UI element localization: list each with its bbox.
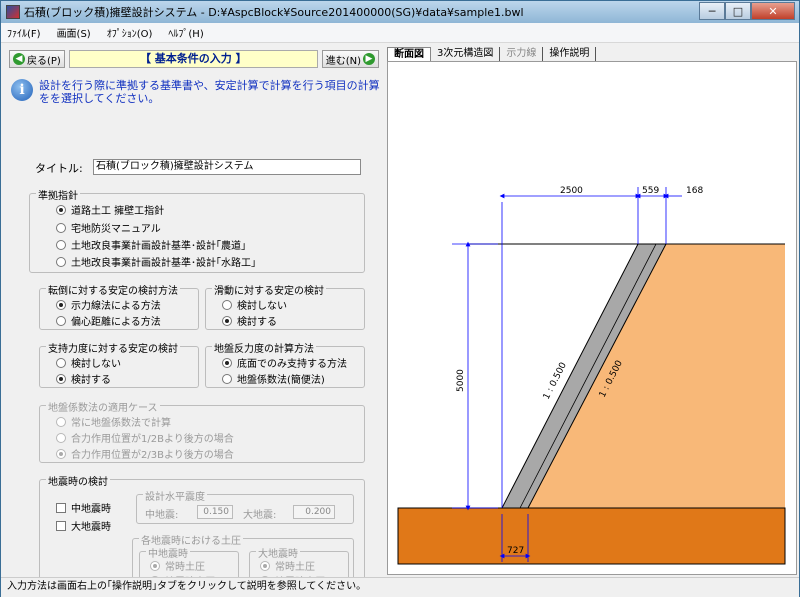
- input-panel: ◀ 戻る(P) 【 基本条件の入力 】 進む(N) ▶ i 設計を行う際に準拠する基…: [5, 45, 383, 597]
- reaction-option-base[interactable]: 底面でのみ支持する方法: [222, 355, 347, 370]
- ground-coef-group: 地盤係数法の適用ケース 常に地盤係数法で計算 合力作用位置が1/2Bより後方の場…: [39, 399, 365, 463]
- sliding-option-yes[interactable]: 検討する: [222, 313, 277, 328]
- bearing-option-no[interactable]: 検討しない: [56, 355, 121, 370]
- radio-icon: [56, 373, 66, 384]
- bearing-option-yes[interactable]: 検討する: [56, 371, 111, 386]
- arrow-right-icon: ▶: [363, 53, 375, 65]
- section-drawing: 2500 559 168 5000 727 1 : 0.500 1 : 0.50…: [387, 61, 797, 575]
- info-icon: i: [11, 79, 33, 101]
- overturn-option-eccentric[interactable]: 偏心距離による方法: [56, 313, 161, 328]
- overturn-option-force-line[interactable]: 示力線法による方法: [56, 297, 161, 312]
- dim-top-c: 168: [686, 186, 703, 196]
- pressure-large-normal[interactable]: 常時土圧: [260, 558, 315, 573]
- checkbox-icon: [56, 502, 66, 513]
- title-input[interactable]: 石積(ブロック積)擁壁設計システム: [93, 159, 361, 175]
- standard-option-channel[interactable]: 土地改良事業計画設計基準･設計｢水路工｣: [56, 254, 256, 269]
- tab-force-line[interactable]: 示力線: [500, 47, 544, 61]
- view-tabs: 断面図 3次元構造図 示力線 操作説明: [387, 45, 797, 61]
- menu-options[interactable]: ｵﾌﾟｼｮﾝ(O): [107, 25, 153, 40]
- large-coef-input[interactable]: 0.200: [293, 505, 335, 519]
- sliding-option-no[interactable]: 検討しない: [222, 297, 287, 312]
- radio-icon: [56, 222, 66, 233]
- design-coef-group-title: 設計水平震度: [143, 488, 207, 503]
- radio-icon: [56, 204, 66, 215]
- page-title: 【 基本条件の入力 】: [68, 50, 318, 68]
- pressure-mid-normal[interactable]: 常時土圧: [150, 558, 205, 573]
- menu-file[interactable]: ﾌｧｲﾙ(F): [7, 25, 41, 40]
- radio-icon: [56, 299, 66, 310]
- radio-icon: [56, 416, 66, 427]
- radio-icon: [222, 357, 232, 368]
- ground-coef-option-always[interactable]: 常に地盤係数法で計算: [56, 414, 171, 429]
- overturn-group: 転倒に対する安定の検討方法 示力線法による方法 偏心距離による方法: [39, 282, 199, 330]
- design-coef-group: 設計水平震度 中地震: 0.150 大地震: 0.200: [136, 488, 354, 524]
- tab-3d[interactable]: 3次元構造図: [431, 47, 501, 61]
- menu-help[interactable]: ﾍﾙﾌﾟ(H): [168, 25, 203, 40]
- mid-coef-label: 中地震:: [145, 510, 179, 521]
- sliding-group-title: 滑動に対する安定の検討: [212, 282, 326, 297]
- next-button[interactable]: 進む(N) ▶: [321, 50, 379, 68]
- checkbox-icon: [56, 520, 66, 531]
- ground-coef-option-half[interactable]: 合力作用位置が1/2Bより後方の場合: [56, 430, 234, 445]
- reaction-group: 地盤反力度の計算方法 底面でのみ支持する方法 地盤係数法(簡便法): [205, 340, 365, 388]
- radio-icon: [260, 560, 270, 571]
- sliding-group: 滑動に対する安定の検討 検討しない 検討する: [205, 282, 365, 330]
- reaction-group-title: 地盤反力度の計算方法: [212, 340, 316, 355]
- info-message: i 設計を行う際に準拠する基準書や、安定計算で計算を行う項目の計算をを選択してく…: [11, 79, 381, 105]
- radio-icon: [56, 315, 66, 326]
- nav-bar: ◀ 戻る(P) 【 基本条件の入力 】 進む(N) ▶: [9, 49, 379, 69]
- title-label: タイトル:: [35, 162, 83, 175]
- radio-icon: [56, 357, 66, 368]
- radio-icon: [222, 299, 232, 310]
- radio-icon: [56, 448, 66, 459]
- seismic-check-mid[interactable]: 中地震時: [56, 500, 111, 515]
- foundation-base: [397, 507, 786, 565]
- radio-icon: [150, 560, 160, 571]
- title-bar[interactable]: 石積(ブロック積)擁壁設計システム - D:¥AspcBlock¥Source2…: [1, 1, 799, 23]
- bearing-group: 支持力度に対する安定の検討 検討しない 検討する: [39, 340, 199, 388]
- radio-icon: [222, 373, 232, 384]
- bearing-group-title: 支持力度に対する安定の検討: [46, 340, 180, 355]
- reaction-option-coef[interactable]: 地盤係数法(簡便法): [222, 371, 325, 386]
- backfill-soil: [528, 244, 785, 508]
- menu-bar: ﾌｧｲﾙ(F) 画面(S) ｵﾌﾟｼｮﾝ(O) ﾍﾙﾌﾟ(H): [1, 23, 799, 43]
- standard-option-road[interactable]: 道路土工 擁壁工指針: [56, 202, 164, 217]
- dim-top-b: 559: [642, 186, 659, 196]
- arrow-left-icon: ◀: [13, 53, 25, 65]
- window-title: 石積(ブロック積)擁壁設計システム - D:¥AspcBlock¥Source2…: [24, 6, 524, 19]
- seismic-group-title: 地震時の検討: [46, 473, 110, 488]
- status-bar: 入力方法は画面右上の｢操作説明｣タブをクリックして説明を参照してください。: [1, 577, 799, 597]
- app-icon: [6, 5, 20, 19]
- app-window: 石積(ブロック積)擁壁設計システム - D:¥AspcBlock¥Source2…: [0, 0, 800, 597]
- standard-group-title: 準拠指針: [36, 187, 80, 202]
- info-text: 設計を行う際に準拠する基準書や、安定計算で計算を行う項目の計算をを選択してくださ…: [39, 79, 380, 105]
- back-button[interactable]: ◀ 戻る(P): [9, 50, 65, 68]
- ground-coef-group-title: 地盤係数法の適用ケース: [46, 399, 160, 414]
- tab-instructions[interactable]: 操作説明: [543, 47, 597, 61]
- menu-screen[interactable]: 画面(S): [57, 25, 91, 40]
- large-coef-label: 大地震:: [243, 510, 277, 521]
- mid-coef-input[interactable]: 0.150: [197, 505, 233, 519]
- radio-icon: [56, 256, 66, 267]
- radio-icon: [56, 432, 66, 443]
- overturn-group-title: 転倒に対する安定の検討方法: [46, 282, 180, 297]
- close-button[interactable]: ✕: [751, 2, 795, 20]
- maximize-button[interactable]: □: [725, 2, 751, 20]
- seismic-check-large[interactable]: 大地震時: [56, 518, 111, 533]
- radio-icon: [56, 239, 66, 250]
- tab-section[interactable]: 断面図: [387, 47, 431, 61]
- section-svg: 2500 559 168 5000 727 1 : 0.500 1 : 0.50…: [397, 186, 786, 565]
- standard-group: 準拠指針 道路土工 擁壁工指針 宅地防災マニュアル 土地改良事業計画設計基準･設…: [29, 187, 365, 273]
- dim-bottom: 727: [507, 546, 524, 556]
- ground-coef-option-two-thirds[interactable]: 合力作用位置が2/3Bより後方の場合: [56, 446, 234, 461]
- dim-top-a: 2500: [560, 186, 583, 196]
- dim-height: 5000: [456, 369, 466, 392]
- standard-option-farm-road[interactable]: 土地改良事業計画設計基準･設計｢農道｣: [56, 237, 246, 252]
- standard-option-residential[interactable]: 宅地防災マニュアル: [56, 220, 161, 235]
- radio-icon: [222, 315, 232, 326]
- minimize-button[interactable]: ─: [699, 2, 725, 20]
